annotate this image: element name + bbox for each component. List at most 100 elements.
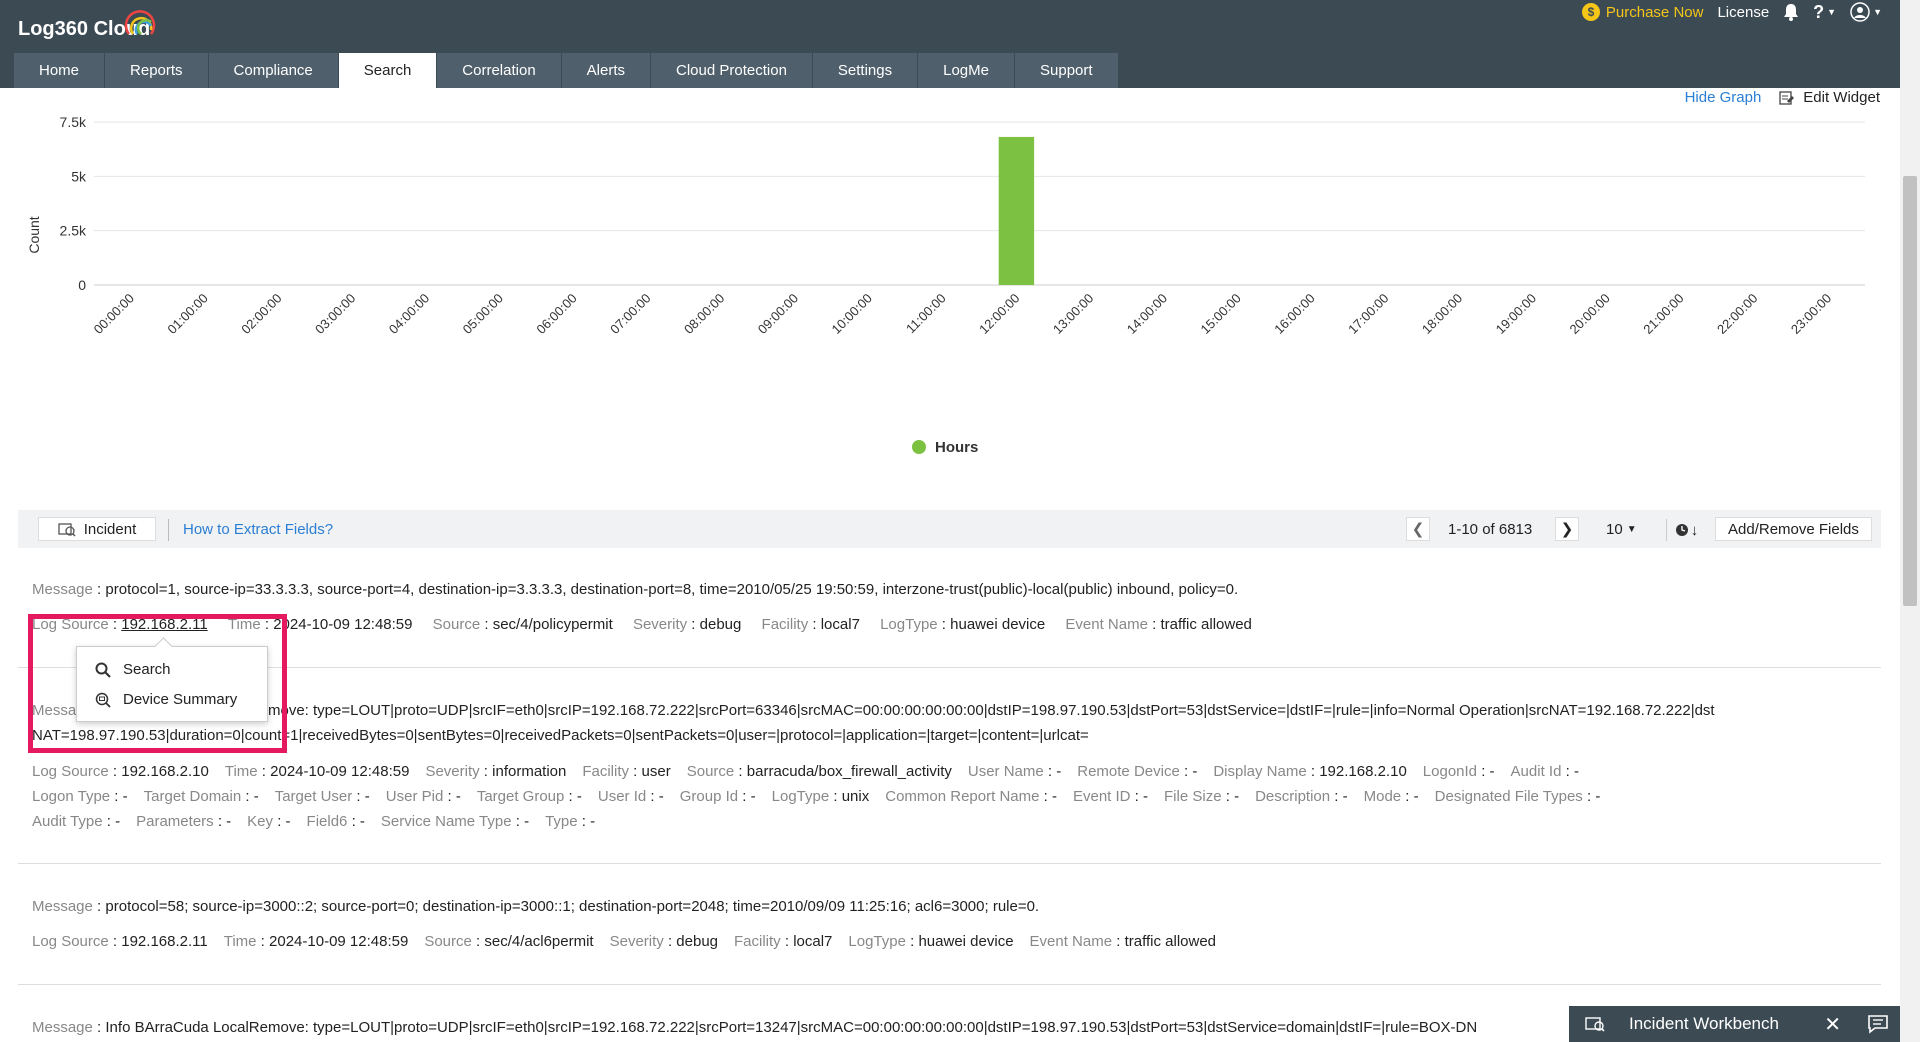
- field-value: -: [364, 788, 370, 805]
- field-value: debug: [699, 616, 742, 633]
- tab-alerts[interactable]: Alerts: [561, 53, 652, 88]
- field-label: Time: [224, 763, 258, 780]
- tab-cloud-protection[interactable]: Cloud Protection: [651, 53, 813, 88]
- message-text: Info BArraCuda LocalRemove: type=LOUT|pr…: [105, 702, 1715, 719]
- field-value: -: [1413, 788, 1419, 805]
- field-value: -: [1342, 788, 1348, 805]
- field-time: Time : 2024-10-09 12:48:59: [223, 933, 409, 950]
- legend-dot[interactable]: [912, 440, 926, 454]
- tab-support[interactable]: Support: [1015, 53, 1119, 88]
- field-log-source: Log Source : 192.168.2.10: [32, 763, 209, 780]
- field-label: Severity: [425, 763, 480, 780]
- x-tick-label: 06:00:00: [533, 291, 579, 337]
- field-value: 192.168.2.11: [121, 933, 208, 950]
- tab-home[interactable]: Home: [14, 53, 106, 88]
- arrow-down-icon: ↓: [1690, 521, 1699, 539]
- chevron-down-icon: ▼: [1873, 7, 1882, 17]
- field-value: local7: [820, 616, 860, 633]
- field-label: User Id: [597, 788, 647, 805]
- field-event-name: Event Name : traffic allowed: [1065, 616, 1252, 633]
- field-label: User Name: [967, 763, 1044, 780]
- incident-workbench-bar[interactable]: Incident Workbench ✕: [1569, 1006, 1855, 1042]
- field-label: Target Group: [476, 788, 565, 805]
- field-common-report-name: Common Report Name : -: [885, 788, 1057, 805]
- field-event-name: Event Name : traffic allowed: [1029, 933, 1217, 950]
- log-record-message: Message : protocol=58; source-ip=3000::2…: [32, 898, 1040, 915]
- add-remove-fields-button[interactable]: Add/Remove Fields: [1715, 517, 1872, 541]
- tab-label: Reports: [130, 62, 183, 79]
- field-audit-id: Audit Id : -: [1510, 763, 1579, 780]
- x-tick-label: 04:00:00: [386, 291, 432, 337]
- prev-page-button[interactable]: ❮: [1406, 517, 1430, 541]
- user-menu[interactable]: ▼: [1850, 2, 1882, 22]
- x-tick-label: 00:00:00: [91, 291, 137, 337]
- field-value: -: [1573, 763, 1579, 780]
- chat-button[interactable]: [1855, 1006, 1900, 1042]
- field-value: sec/4/policypermit: [492, 616, 613, 633]
- tab-search[interactable]: Search: [338, 53, 438, 88]
- field-label: Log Source: [32, 933, 109, 950]
- field-audit-type: Audit Type : -: [32, 813, 121, 830]
- field-value: unix: [841, 788, 870, 805]
- field-logtype: LogType : huawei device: [848, 933, 1014, 950]
- field-label: Type: [545, 813, 578, 830]
- x-tick-label: 18:00:00: [1419, 291, 1465, 337]
- field-parameters: Parameters : -: [136, 813, 232, 830]
- field-file-size: File Size : -: [1164, 788, 1240, 805]
- field-label: Remote Device: [1077, 763, 1180, 780]
- field-label: Log Source: [32, 763, 109, 780]
- incident-button[interactable]: Incident: [38, 517, 156, 541]
- field-severity: Severity : debug: [609, 933, 719, 950]
- field-value: -: [285, 813, 291, 830]
- purchase-now-link[interactable]: $ Purchase Now: [1581, 3, 1703, 21]
- notifications-bell-icon[interactable]: [1783, 3, 1799, 21]
- close-icon[interactable]: ✕: [1824, 1012, 1841, 1037]
- logo-arc-icon: [124, 10, 156, 35]
- x-tick-label: 11:00:00: [903, 291, 949, 337]
- field-logtype: LogType : huawei device: [880, 616, 1046, 633]
- chevron-left-icon: ❮: [1411, 521, 1425, 538]
- clock-icon: [1675, 524, 1688, 536]
- field-source: Source : sec/4/policypermit: [432, 616, 613, 633]
- per-page-select[interactable]: 10 ▼: [1606, 521, 1637, 538]
- how-to-extract-fields-link[interactable]: How to Extract Fields?: [183, 521, 333, 538]
- message-text: protocol=58; source-ip=3000::2; source-p…: [105, 898, 1040, 915]
- log-record-fields: Log Source : 192.168.2.10 Time : 2024-10-…: [32, 759, 1595, 784]
- tab-correlation[interactable]: Correlation: [437, 53, 562, 88]
- field-facility: Facility : local7: [761, 616, 860, 633]
- log-record-fields: Logon Type : - Target Domain : - Target Us…: [32, 784, 1616, 809]
- chat-icon: [1867, 1015, 1888, 1034]
- field-value: -: [524, 813, 530, 830]
- page-scrollbar-thumb[interactable]: [1903, 176, 1917, 606]
- sort-by-time-button[interactable]: ↓: [1666, 519, 1706, 541]
- field-value: -: [1489, 763, 1495, 780]
- tab-compliance[interactable]: Compliance: [208, 53, 339, 88]
- field-value: sec/4/acl6permit: [484, 933, 594, 950]
- field-value: huawei device: [950, 616, 1046, 633]
- license-link[interactable]: License: [1717, 4, 1769, 21]
- field-label: Source: [432, 616, 481, 633]
- chart-bar[interactable]: [998, 136, 1035, 285]
- field-label: LogonId: [1422, 763, 1478, 780]
- tab-settings[interactable]: Settings: [812, 53, 919, 88]
- field-value: huawei device: [918, 933, 1014, 950]
- next-page-button[interactable]: ❯: [1555, 517, 1579, 541]
- field-display-name: Display Name : 192.168.2.10: [1213, 763, 1407, 780]
- pager-info: 1-10 of 6813: [1448, 521, 1533, 538]
- tab-label: Correlation: [462, 62, 536, 79]
- message-text: Info BArraCuda LocalRemove: type=LOUT|pr…: [105, 1019, 1478, 1036]
- legend-label[interactable]: Hours: [935, 439, 978, 456]
- tab-logme[interactable]: LogMe: [918, 53, 1015, 88]
- field-label: LogType: [880, 616, 938, 633]
- field-label: Source: [424, 933, 472, 950]
- help-menu[interactable]: ? ▼: [1813, 2, 1836, 23]
- field-label: Key: [247, 813, 274, 830]
- field-value: traffic allowed: [1160, 616, 1252, 633]
- field-value: -: [359, 813, 365, 830]
- field-logonid: LogonId : -: [1422, 763, 1495, 780]
- field-value: -: [226, 813, 232, 830]
- tab-reports[interactable]: Reports: [105, 53, 209, 88]
- field-value: -: [1192, 763, 1198, 780]
- tab-label: Support: [1040, 62, 1093, 79]
- field-target-user: Target User : -: [274, 788, 370, 805]
